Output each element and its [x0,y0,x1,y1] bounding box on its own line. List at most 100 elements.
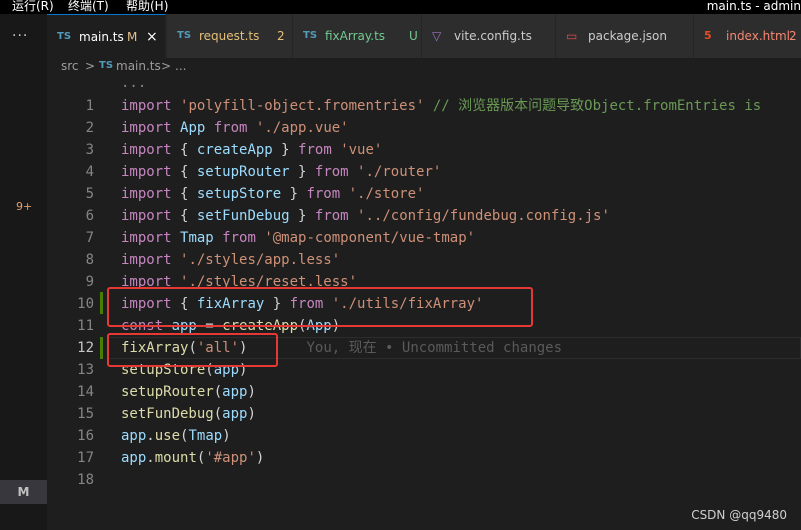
line-number: 7 [85,230,94,246]
breadcrumb-file[interactable]: main.ts [116,58,161,74]
line-number: 17 [77,450,94,466]
code-line[interactable]: 5 import { setupStore } from './store' [47,183,801,205]
code-line[interactable]: 14 setupRouter(app) [47,381,801,403]
code-token: '@map-component/vue-tmap' [264,230,476,246]
code-token: } [298,164,315,180]
code-text: import { setupStore } from './store' [121,183,424,205]
scm-modified-badge[interactable]: M [0,480,47,504]
code-token: import [121,120,181,136]
line-number: 6 [85,208,94,224]
code-line[interactable]: 18 [47,469,801,491]
code-text: setupRouter(app) [121,381,256,403]
tab-main-ts[interactable]: TS main.ts M × [47,14,166,58]
line-number: 10 [77,296,94,312]
line-number: 3 [85,142,94,158]
typescript-file-icon: TS [99,60,114,71]
code-line[interactable]: 6 import { setFunDebug } from '../config/… [47,205,801,227]
code-token: import [121,164,181,180]
code-text: setFunDebug(app) [121,403,256,425]
fold-hint: ... [121,75,147,91]
code-token: from [314,164,358,180]
code-line[interactable]: 3 import { createApp } from 'vue' [47,139,801,161]
breadcrumb-folder[interactable]: src [61,58,79,74]
tab-status: U [409,29,418,43]
highlight-box-import [107,287,533,327]
more-actions-icon[interactable]: ··· [12,28,28,44]
code-token: setupRouter [121,384,214,400]
code-line[interactable]: 16 app.use(Tmap) [47,425,801,447]
code-token: { [180,208,197,224]
tab-status: M [127,30,138,44]
line-number: 1 [85,98,94,114]
code-token: import [121,252,181,268]
tab-vite-config[interactable]: ▽ vite.config.ts [422,14,556,58]
line-number: 12 [77,340,94,356]
tab-index-html[interactable]: 5 index.html 2 [694,14,801,58]
code-token: App [180,120,214,136]
tab-label: vite.config.ts [454,29,532,43]
code-line[interactable]: 4 import { setupRouter } from './router' [47,161,801,183]
code-token: './app.vue' [255,120,349,136]
typescript-file-icon: TS [57,31,72,42]
tab-label: request.ts [199,29,260,43]
code-token: '#app' [205,450,256,466]
code-token: import [121,208,181,224]
tab-request-ts[interactable]: TS request.ts 2 [167,14,293,58]
line-number: 18 [77,472,94,488]
line-number: 13 [77,362,94,378]
code-token: ) [222,428,231,444]
code-token: ) [255,450,265,466]
code-token: { [180,186,197,202]
changes-badge: 9+ [16,200,33,213]
breadcrumb: src > TS main.ts > ... [47,58,801,74]
window-title: main.ts - admin [706,0,801,13]
code-line[interactable]: 15 setFunDebug(app) [47,403,801,425]
added-line-gutter-mark [100,292,103,314]
code-token: from [306,186,349,202]
code-token: import [121,142,181,158]
line-number: 4 [85,164,94,180]
code-token: Tmap [180,230,223,246]
code-token: from [298,142,341,158]
code-token: setFunDebug [196,208,299,224]
code-token: 'vue' [340,142,383,158]
code-token: import [121,230,181,246]
line-number: 8 [85,252,94,268]
code-text: app.use(Tmap) [121,425,231,447]
line-number: 2 [85,120,94,136]
code-line[interactable]: 2 import App from './app.vue' [47,117,801,139]
tab-package-json[interactable]: ▭ package.json [556,14,694,58]
tab-label: package.json [588,29,668,43]
code-line[interactable]: 1 import 'polyfill-object.fromentries' //… [47,95,801,117]
menu-run[interactable]: 运行(R) [12,0,54,12]
code-editor[interactable]: ... 1 import 'polyfill-object.fromentries… [47,74,801,530]
tab-status: 2 [277,29,285,43]
tab-label: main.ts [79,30,124,44]
tab-fixarray-ts[interactable]: TS fixArray.ts U [293,14,422,58]
code-token: } [298,208,315,224]
tab-label: index.html [726,29,790,43]
code-token: app [222,384,248,400]
code-token: from [314,208,358,224]
code-token: { [180,164,197,180]
code-line[interactable]: 7 import Tmap from '@map-component/vue-tm… [47,227,801,249]
code-token: // 浏览器版本问题导致Object.fromEntries is [424,98,762,114]
code-line[interactable]: 8 import './styles/app.less' [47,249,801,271]
menu-help[interactable]: 帮助(H) [126,0,168,12]
watermark: CSDN @qq9480 [691,508,787,522]
code-text: import 'polyfill-object.fromentries' // … [121,95,761,117]
code-token: './styles/app.less' [180,252,341,268]
menu-terminal[interactable]: 终端(T) [68,0,109,12]
line-number: 15 [77,406,94,422]
breadcrumb-more[interactable]: ... [175,58,186,74]
code-token: 'polyfill-object.fromentries' [180,98,425,114]
code-token: mount [154,450,197,466]
close-icon[interactable]: × [146,15,158,58]
code-token: } [281,142,299,158]
code-text: import Tmap from '@map-component/vue-tma… [121,227,475,249]
chevron-right-icon: > [161,59,172,73]
code-token: createApp [196,142,282,158]
code-token: setupStore [196,186,290,202]
code-line[interactable]: 17 app.mount('#app') [47,447,801,469]
code-token: from [222,230,265,246]
